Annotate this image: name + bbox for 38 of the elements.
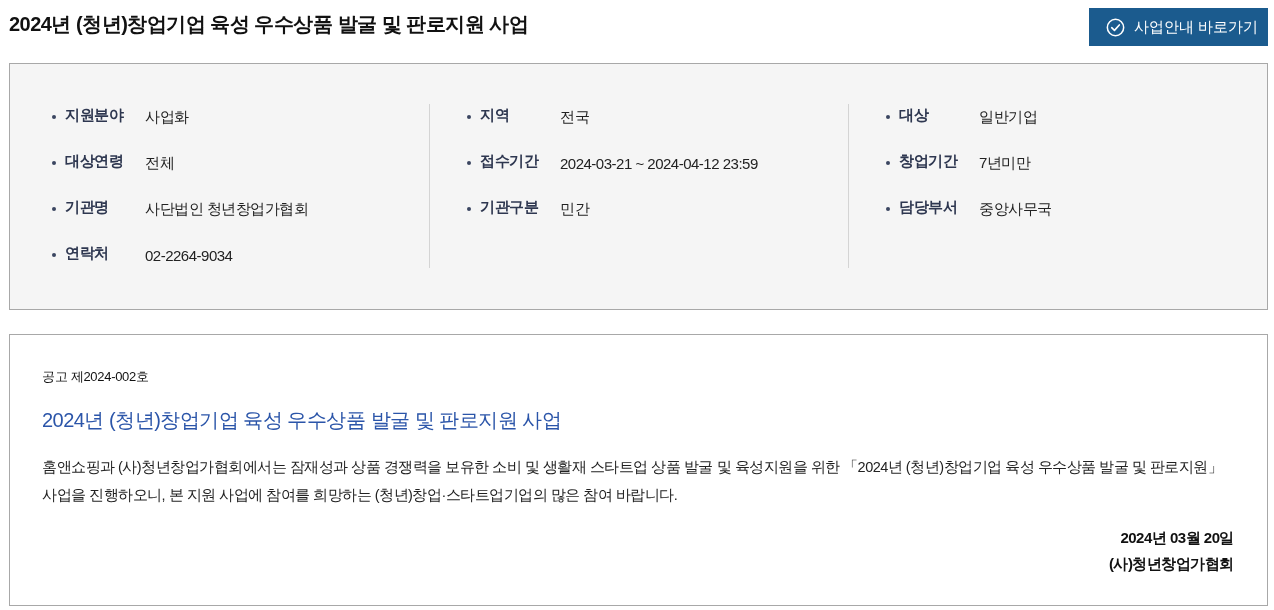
info-value: 사업화 (145, 107, 189, 127)
bullet-icon (886, 207, 890, 211)
bullet-icon (52, 253, 56, 257)
bullet-icon (52, 207, 56, 211)
notice-title: 2024년 (청년)창업기업 육성 우수상품 발굴 및 판로지원 사업 (42, 408, 563, 433)
notice-number: 공고 제2024-002호 (42, 368, 150, 386)
info-label: 기관명 (65, 197, 110, 217)
notice-issuer: (사)청년창업가협회 (1109, 554, 1234, 574)
bullet-icon (467, 207, 471, 211)
page-title: 2024년 (청년)창업기업 육성 우수상품 발굴 및 판로지원 사업 (9, 12, 529, 37)
bullet-icon (52, 161, 56, 165)
bullet-icon (467, 115, 471, 119)
info-label: 대상연령 (65, 151, 124, 171)
info-value: 2024-03-21 ~ 2024-04-12 23:59 (560, 154, 758, 172)
info-value: 전국 (560, 107, 589, 127)
info-value: 일반기업 (979, 107, 1037, 127)
info-label: 연락처 (65, 243, 110, 263)
info-value: 사단법인 청년창업가협회 (145, 199, 309, 219)
info-label: 담당부서 (899, 197, 958, 217)
bullet-icon (886, 161, 890, 165)
bullet-icon (52, 115, 56, 119)
info-label: 대상 (899, 105, 930, 125)
notice-body: 홈앤쇼핑과 (사)청년창업가협회에서는 잠재성과 상품 경쟁력을 보유한 소비 및 생활재 스타트업 상품 발굴 및 육성지원을 위한 「2024년 (청년)창업기업 육성 우수상품 발굴 및 판로지원」 사업을 진행하오니, 본 지원 사업에 참여를 희망하는 (청년)창업·스타트업기업의 많은 참여 바랍니다. (42, 458, 1224, 505)
check-circle-icon (1106, 17, 1125, 37)
info-label: 접수기간 (480, 151, 540, 171)
bullet-icon (886, 115, 890, 119)
info-value: 중앙사무국 (979, 199, 1052, 219)
info-label: 지역 (480, 105, 510, 125)
info-value: 02-2264-9034 (145, 246, 233, 264)
info-value: 전체 (145, 153, 174, 173)
info-label: 기관구분 (480, 197, 540, 217)
bullet-icon (467, 161, 471, 165)
info-label: 창업기간 (899, 151, 959, 171)
info-label: 지원분야 (65, 105, 125, 125)
info-value: 7년미만 (979, 153, 1031, 173)
info-value: 민간 (560, 199, 589, 219)
guide-button[interactable]: 사업안내 바로가기 (1089, 8, 1268, 46)
notice-date: 2024년 03월 20일 (1120, 528, 1234, 548)
